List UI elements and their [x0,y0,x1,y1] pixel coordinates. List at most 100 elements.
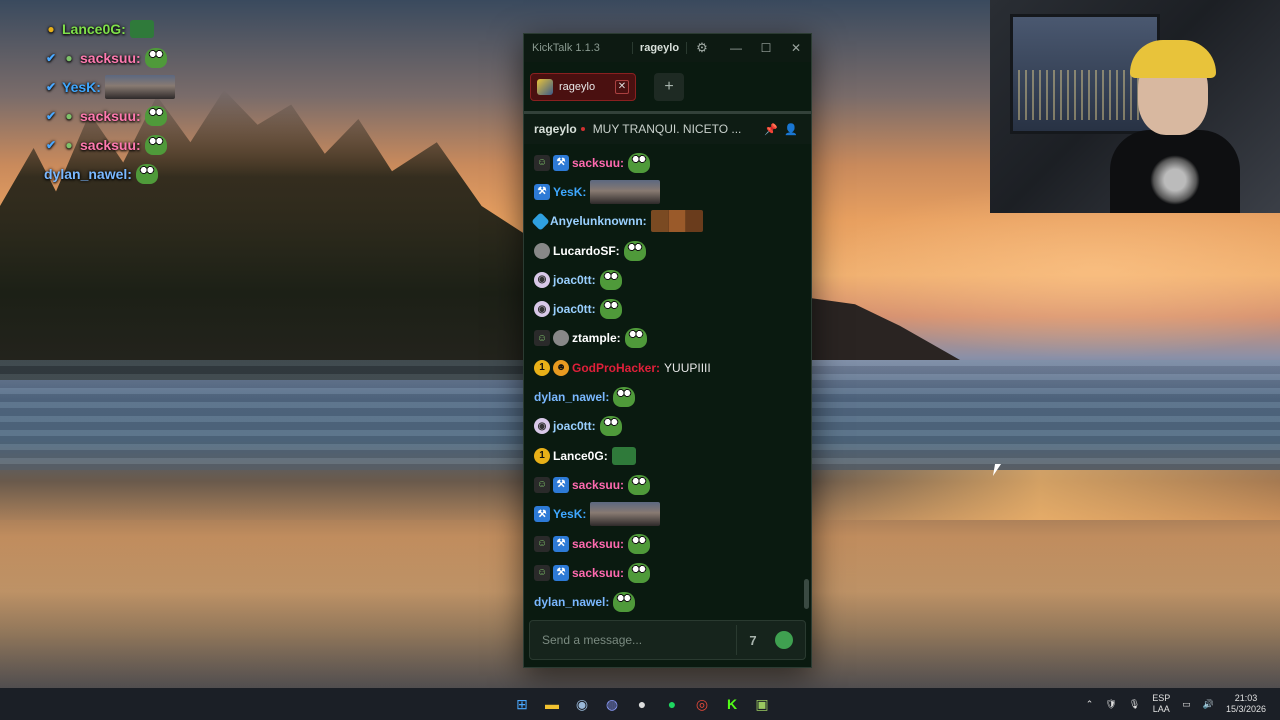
channel-name: rageylo [534,122,577,136]
language-indicator[interactable]: ESP LAA [1152,693,1170,715]
user-list-icon[interactable]: 👤 [781,123,801,136]
orange-badge-icon[interactable]: ☻ [553,359,569,376]
overlay-username: YesK: [62,78,101,95]
kick-icon[interactable]: K [720,692,744,716]
emote-picker-icon[interactable] [775,631,793,649]
chat-message[interactable]: 1 Lance0G: [534,441,811,470]
chat-username[interactable]: joac0tt: [553,273,596,287]
chat-username[interactable]: LucardoSF: [553,244,620,258]
mod-badge-icon[interactable]: ⚒ [553,154,569,171]
purple-badge-icon[interactable]: ◉ [534,418,550,435]
spotify-icon[interactable]: ● [660,692,684,716]
stream-title: MUY TRANQUI. NICETO ... [592,122,742,136]
windows-start-icon[interactable]: ⊞ [510,692,534,716]
add-tab-button[interactable]: + [654,72,684,101]
chat-username[interactable]: Anyelunknownn: [550,214,647,228]
chat-message[interactable]: ◉ joac0tt: [534,265,811,294]
sub-badge-icon[interactable]: ☺ [534,564,550,581]
green-box-emote-icon [611,446,636,465]
one-badge-icon[interactable]: 1 [534,359,550,376]
one-badge-icon[interactable]: 1 [534,447,550,464]
minimize-button[interactable]: — [721,41,751,55]
chevron-up-icon[interactable]: ⌃ [1086,699,1094,710]
mod-badge-icon[interactable]: ⚒ [553,476,569,493]
purple-badge-icon[interactable]: ◉ [534,301,550,318]
chat-username[interactable]: YesK: [553,507,586,521]
chat-message[interactable]: dylan_nawel: [534,587,811,616]
chat-username[interactable]: sacksuu: [572,537,624,551]
sub-badge-icon: ● [65,108,73,123]
network-icon[interactable]: ▭ [1182,699,1191,710]
tab-close-icon[interactable]: ✕ [615,79,629,94]
pin-icon[interactable]: 📌 [761,123,781,136]
sub-badge-icon[interactable]: ☺ [534,535,550,552]
gray-badge-icon[interactable] [534,242,550,259]
scrollbar[interactable] [804,579,809,609]
sub-badge-icon[interactable]: ☺ [534,154,550,171]
mod-badge-icon[interactable]: ⚒ [534,183,550,200]
chat-message[interactable]: Anyelunknownn: [531,207,811,236]
chat-message[interactable]: ⚒ YesK: [534,177,811,206]
mod-badge-icon[interactable]: ⚒ [534,506,550,523]
maximize-button[interactable]: ☐ [751,41,781,55]
chat-message[interactable]: ☺ ztample: [534,324,811,353]
chat-username[interactable]: dylan_nawel: [534,595,609,609]
file-explorer-icon[interactable]: ▬ [540,692,564,716]
chat-message[interactable]: 1 ☻ GodProHacker: YUUPIIII [534,353,811,382]
chat-username[interactable]: YesK: [553,185,586,199]
chat-username[interactable]: ztample: [572,331,621,345]
chat-username[interactable]: joac0tt: [553,419,596,433]
chat-username[interactable]: sacksuu: [572,566,624,580]
overlay-username: Lance0G: [62,20,126,37]
pepe-emote-icon [135,163,158,184]
pepe-emote-icon [613,387,636,408]
mod-badge-icon: ✔ [45,137,57,152]
sub-badge-icon[interactable]: ☺ [534,330,550,347]
pepe-emote-icon [624,328,647,349]
message-input[interactable]: Send a message... [542,633,736,647]
stream-chat-overlay: ● Lance0G: ✔ ● sacksuu: ✔ YesK: ✔ ● sacksuu: ✔ ● sac… [44,14,224,188]
chat-message[interactable]: ◉ joac0tt: [534,294,811,323]
image-emote [590,502,661,527]
mod-badge-icon[interactable]: ⚒ [553,535,569,552]
purple-badge-icon[interactable]: ◉ [534,271,550,288]
chat-message[interactable]: dylan_nawel: [534,382,811,411]
security-icon[interactable]: 🛡 [1105,699,1116,710]
sub-badge-icon: ● [65,50,73,65]
chat-username[interactable]: Lance0G: [553,449,608,463]
chat-message[interactable]: ☺ ⚒ sacksuu: [534,558,811,587]
seventv-emote-icon[interactable]: 7 [737,633,769,648]
chat-username[interactable]: sacksuu: [572,156,624,170]
sub-badge-icon[interactable]: ☺ [534,476,550,493]
sun-reflection [800,470,1280,520]
active-user-button[interactable]: rageylo [632,42,687,54]
discord-icon[interactable]: ◍ [600,692,624,716]
obs-icon[interactable]: ● [630,692,654,716]
chat-message[interactable]: ☺ ⚒ sacksuu: [534,529,811,558]
chat-message[interactable]: ⚒ YesK: [534,500,811,529]
chat-username[interactable]: dylan_nawel: [534,390,609,404]
clock[interactable]: 21:03 15/3/2026 [1226,693,1266,715]
lang-bottom: LAA [1152,704,1170,714]
tab-rageylo[interactable]: rageylo ✕ [530,72,636,101]
chat-messages[interactable]: ☺ ⚒ sacksuu: ⚒ YesK: Anyelunknownn: LucardoSF:… [524,148,811,613]
settings-gear-icon[interactable]: ⚙ [687,40,717,56]
steam-icon[interactable]: ◉ [570,692,594,716]
chrome-icon[interactable]: ◎ [690,692,714,716]
overlay-chat-row: ● Lance0G: [44,14,224,43]
mod-badge-icon[interactable]: ⚒ [553,564,569,581]
microphone-icon[interactable]: 🎙 [1129,699,1140,710]
chat-message[interactable]: ☺ ⚒ sacksuu: [534,148,811,177]
close-button[interactable]: ✕ [781,41,811,55]
chat-message[interactable]: ◉ joac0tt: [534,412,811,441]
volume-icon[interactable]: 🔊 [1203,699,1214,710]
chat-username[interactable]: GodProHacker: [572,361,660,375]
vip-badge-icon[interactable] [531,212,550,231]
chat-username[interactable]: sacksuu: [572,478,624,492]
chat-username[interactable]: joac0tt: [553,302,596,316]
chat-message[interactable]: ☺ ⚒ sacksuu: [534,470,811,499]
chat-message[interactable]: LucardoSF: [534,236,811,265]
gray-badge-icon[interactable] [553,330,569,347]
kicktalk-taskbar-icon[interactable]: ▣ [750,692,774,716]
overlay-chat-row: ✔ ● sacksuu: [44,130,224,159]
